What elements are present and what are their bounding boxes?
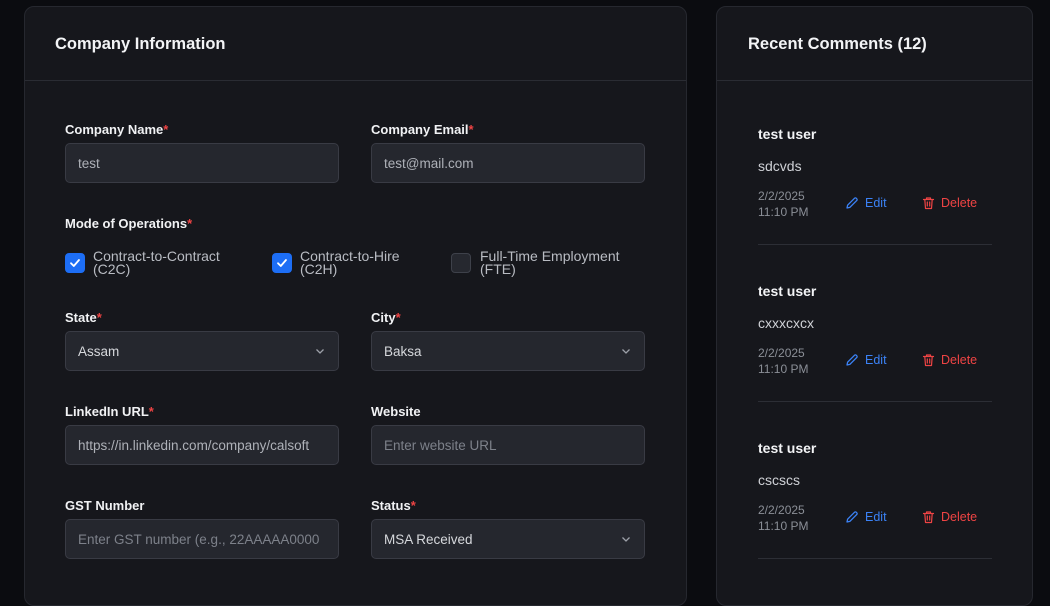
recent-comments-panel: Recent Comments (12) test user sdcvds 2/…: [716, 6, 1033, 606]
linkedin-label: LinkedIn URL*: [65, 404, 154, 419]
company-name-input[interactable]: test: [65, 143, 339, 183]
chevron-down-icon: [622, 537, 630, 542]
comment-timestamp: 2/2/2025 11:10 PM: [758, 503, 809, 533]
comment-divider: [758, 401, 992, 402]
check-icon: [70, 259, 80, 267]
chevron-down-icon: [316, 349, 324, 354]
pencil-icon: [846, 354, 858, 366]
status-label: Status*: [371, 498, 416, 513]
gst-label: GST Number: [65, 498, 145, 513]
delete-comment-button[interactable]: Delete: [922, 510, 977, 524]
gst-input[interactable]: Enter GST number (e.g., 22AAAAA0000: [65, 519, 339, 559]
gst-placeholder: Enter GST number (e.g., 22AAAAA0000: [78, 531, 320, 547]
fte-checkbox[interactable]: [451, 253, 471, 273]
pencil-icon: [846, 197, 858, 209]
company-email-value: test@mail.com: [384, 155, 474, 171]
edit-label: Edit: [865, 353, 887, 367]
delete-comment-button[interactable]: Delete: [922, 353, 977, 367]
company-name-value: test: [78, 155, 100, 171]
company-email-label: Company Email*: [371, 122, 474, 137]
comment-text: cscscs: [758, 472, 800, 488]
state-select[interactable]: Assam: [65, 331, 339, 371]
c2h-checkbox[interactable]: [272, 253, 292, 273]
mode-of-operations-label: Mode of Operations*: [65, 216, 193, 231]
pencil-icon: [846, 511, 858, 523]
fte-label[interactable]: Full-Time Employment (FTE): [480, 249, 640, 276]
company-information-panel: Company Information Company Name* test C…: [24, 6, 687, 606]
trash-icon: [922, 511, 935, 524]
comments-title: Recent Comments (12): [717, 7, 1032, 81]
website-label: Website: [371, 404, 421, 419]
c2c-label[interactable]: Contract-to-Contract (C2C): [93, 249, 253, 276]
linkedin-value: https://in.linkedin.com/company/calsoft: [78, 437, 310, 453]
comment-divider: [758, 244, 992, 245]
comment-user: test user: [758, 440, 817, 456]
c2h-label[interactable]: Contract-to-Hire (C2H): [300, 249, 430, 276]
delete-label: Delete: [941, 196, 978, 210]
panel-title: Company Information: [25, 7, 686, 81]
delete-label: Delete: [941, 510, 978, 524]
delete-label: Delete: [941, 353, 978, 367]
check-icon: [277, 259, 287, 267]
state-label: State*: [65, 310, 102, 325]
website-input[interactable]: Enter website URL: [371, 425, 645, 465]
edit-label: Edit: [865, 196, 887, 210]
city-label: City*: [371, 310, 401, 325]
linkedin-input[interactable]: https://in.linkedin.com/company/calsoft: [65, 425, 339, 465]
city-value: Baksa: [384, 343, 422, 359]
company-email-input[interactable]: test@mail.com: [371, 143, 645, 183]
state-value: Assam: [78, 343, 120, 359]
website-placeholder: Enter website URL: [384, 437, 497, 453]
comment-timestamp: 2/2/2025 11:10 PM: [758, 346, 809, 376]
status-select[interactable]: MSA Received: [371, 519, 645, 559]
edit-label: Edit: [865, 510, 887, 524]
city-select[interactable]: Baksa: [371, 331, 645, 371]
chevron-down-icon: [622, 349, 630, 354]
comment-divider: [758, 558, 992, 559]
trash-icon: [922, 354, 935, 367]
status-value: MSA Received: [384, 531, 473, 547]
comment-timestamp: 2/2/2025 11:10 PM: [758, 189, 809, 219]
c2c-checkbox[interactable]: [65, 253, 85, 273]
comment-user: test user: [758, 126, 817, 142]
comment-text: sdcvds: [758, 158, 802, 174]
delete-comment-button[interactable]: Delete: [922, 196, 977, 210]
edit-comment-button[interactable]: Edit: [845, 510, 887, 524]
trash-icon: [922, 197, 935, 210]
comment-text: cxxxcxcx: [758, 315, 814, 331]
edit-comment-button[interactable]: Edit: [845, 196, 887, 210]
comment-user: test user: [758, 283, 817, 299]
company-name-label: Company Name*: [65, 122, 169, 137]
edit-comment-button[interactable]: Edit: [845, 353, 887, 367]
